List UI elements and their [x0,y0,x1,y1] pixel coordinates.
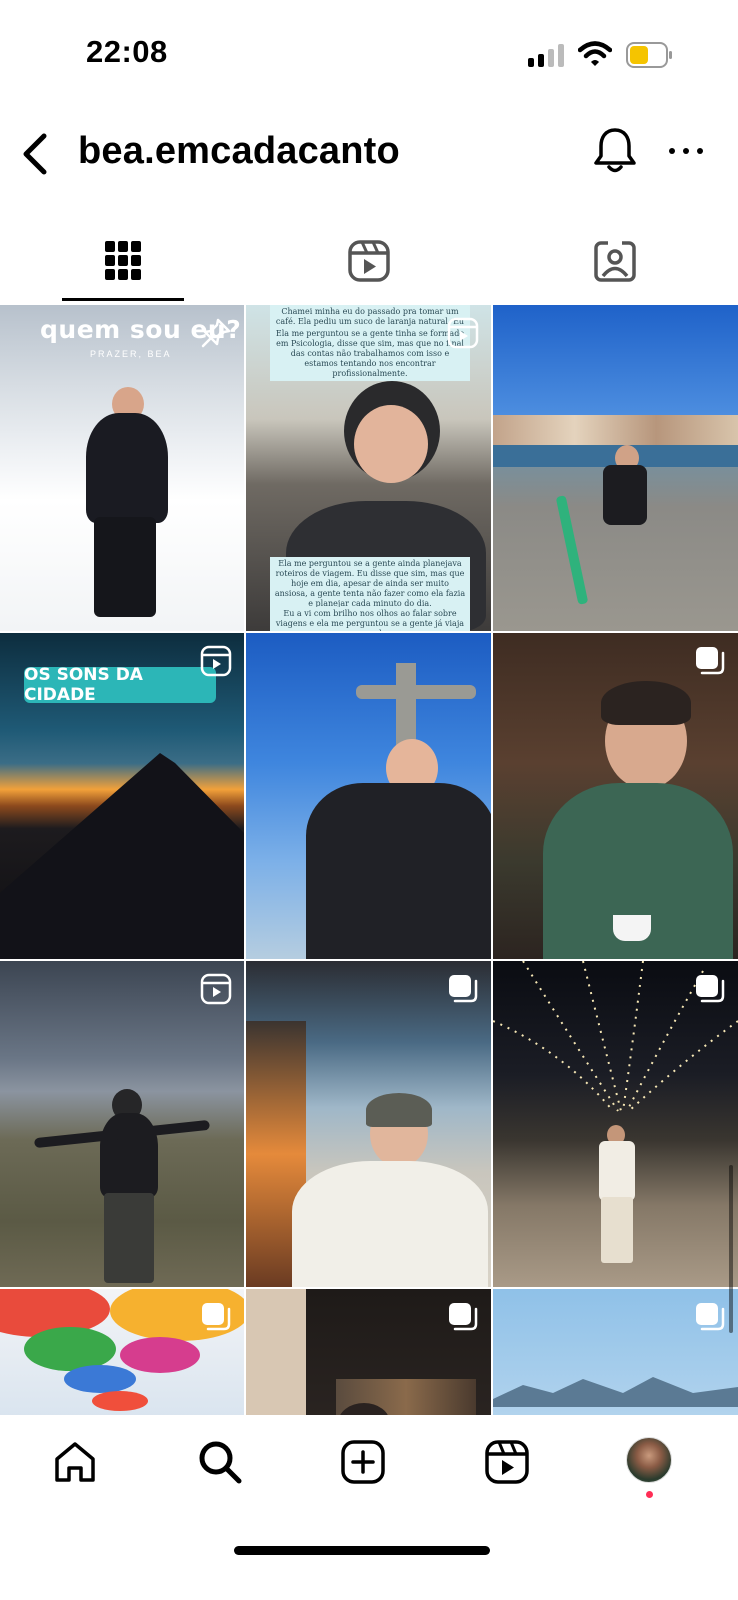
home-icon [55,1442,95,1482]
tab-posts[interactable] [0,222,246,300]
story-text-mid: Ela me perguntou se a gente tinha se for… [270,327,470,381]
reel-icon [447,317,479,349]
reel-icon [200,973,232,1005]
grid-icon [105,241,141,280]
more-options-button[interactable] [666,138,706,164]
carousel-icon [449,1303,478,1331]
add-square-icon [341,1440,385,1484]
scrollbar[interactable] [729,1165,733,1333]
notifications-button[interactable] [593,126,637,176]
back-button[interactable] [14,128,54,180]
profile-avatar-icon[interactable] [626,1437,672,1483]
cellular-signal-icon [528,44,564,67]
bottom-navigation [0,1415,738,1600]
scooter [555,495,589,605]
post-tile[interactable] [493,961,738,1287]
post-tile[interactable]: OS SONS DA CIDADE [0,633,244,959]
active-tab-indicator [62,298,184,301]
person-figure [306,783,491,959]
person-face [354,405,428,483]
profile-username: bea.emcadacanto [78,130,400,172]
nav-search[interactable] [195,1437,245,1487]
nav-home[interactable] [50,1437,100,1487]
nav-create[interactable] [338,1437,388,1487]
status-time: 22:08 [86,34,168,69]
person-beanie [366,1093,432,1127]
bell-icon [594,128,636,173]
person-figure [599,1141,635,1201]
post-tile[interactable] [493,305,738,631]
status-bar: 22:08 [0,0,738,110]
post-tile[interactable] [0,961,244,1287]
post-tile[interactable] [246,633,491,959]
profile-tabs [0,222,738,304]
post-tile[interactable]: Chamei minha eu do passado pra tomar um … [246,305,491,631]
carousel-icon [449,975,478,1003]
reels-icon [485,1440,529,1484]
post-tile[interactable]: quem sou eu? PRAZER, BEA [0,305,244,631]
coffee-cup [613,915,651,941]
story-text-low: Ela me perguntou se a gente ainda planej… [270,557,470,611]
notification-dot [646,1491,653,1498]
person-legs [94,517,156,617]
carousel-icon [696,647,725,675]
tab-reels[interactable] [246,222,492,300]
search-icon [199,1441,242,1484]
post-overlay-subtitle: PRAZER, BEA [90,349,172,359]
person-legs [104,1193,154,1283]
person-legs [601,1197,633,1263]
profile-header: bea.emcadacanto [0,110,738,210]
reels-icon [348,240,390,282]
person-figure [292,1161,488,1287]
person-figure [86,413,168,523]
tab-tagged[interactable] [492,222,738,300]
carousel-icon [696,1303,725,1331]
home-indicator [234,1546,490,1555]
person-hair [601,681,691,725]
airplane-wing [0,753,244,959]
post-tile[interactable] [493,633,738,959]
posts-grid: quem sou eu? PRAZER, BEA Chamei minha eu… [0,305,738,1445]
battery-icon [626,42,672,68]
statue-arms [356,685,476,699]
tagged-person-icon [594,241,636,282]
carousel-icon [202,1303,231,1331]
reel-icon [200,645,232,677]
post-tile[interactable] [246,961,491,1287]
person-figure [603,465,647,525]
chevron-left-icon [23,133,47,175]
more-horizontal-icon [669,148,703,154]
city-skyline [493,415,738,447]
carousel-icon [696,975,725,1003]
wifi-icon [578,41,612,66]
pin-icon [201,318,231,348]
nav-reels[interactable] [482,1437,532,1487]
story-text-bottom: Eu a vi com brilho nos olhos ao falar so… [270,607,470,631]
